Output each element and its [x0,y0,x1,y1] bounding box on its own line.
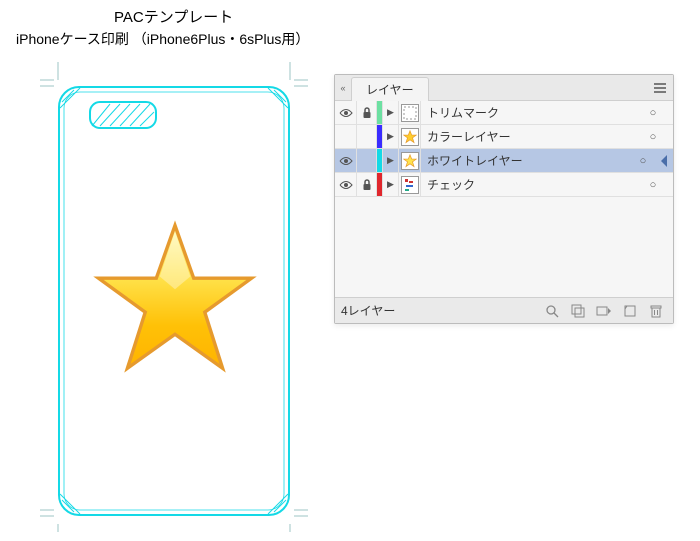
menu-icon [652,82,668,94]
locate-object-button[interactable] [541,302,563,320]
eye-icon [339,108,353,118]
disclosure-toggle[interactable]: ▶ [383,149,399,172]
panel-collapse-button[interactable]: « [335,75,351,100]
layer-name[interactable]: ホワイトレイヤー [421,152,629,169]
layers-panel: « レイヤー ▶ トリムマーク ○ [334,74,674,324]
layer-thumbnail [399,125,421,148]
make-clipping-mask-button[interactable] [567,302,589,320]
layer-thumbnail [399,149,421,172]
disclosure-toggle[interactable]: ▶ [383,173,399,196]
panel-tabbar: « レイヤー [335,75,673,101]
layer-count: 4レイヤー [341,302,537,319]
layer-name[interactable]: トリムマーク [421,104,639,121]
lock-toggle[interactable] [357,149,377,172]
new-sublayer-button[interactable] [593,302,615,320]
eye-icon [339,156,353,166]
page-title: PACテンプレート [114,6,696,27]
new-layer-icon [623,304,637,318]
target-indicator[interactable]: ○ [639,179,667,191]
layer-name[interactable]: カラーレイヤー [421,128,639,145]
visibility-toggle[interactable] [335,101,357,124]
lock-toggle[interactable] [357,101,377,124]
lock-icon [362,179,372,191]
star-artwork[interactable] [90,217,260,387]
target-indicator[interactable]: ○ [629,155,657,167]
panel-footer: 4レイヤー [335,297,673,323]
visibility-toggle[interactable] [335,149,357,172]
layer-row[interactable]: ▶ トリムマーク ○ [335,101,673,125]
eye-icon [339,180,353,190]
layer-list: ▶ トリムマーク ○ ▶ カラーレイヤー ○ ▶ ホワイトレイヤー ○ [335,101,673,297]
selection-indicator [661,155,667,167]
disclosure-toggle[interactable]: ▶ [383,125,399,148]
target-indicator[interactable]: ○ [639,131,667,143]
tab-layers[interactable]: レイヤー [351,77,429,101]
layer-thumbnail [399,173,421,196]
layer-thumbnail [399,101,421,124]
panel-menu-button[interactable] [651,81,669,95]
page-subtitle: iPhoneケース印刷 （iPhone6Plus・6sPlus用） [16,29,696,49]
lock-toggle[interactable] [357,173,377,196]
trash-icon [649,304,663,318]
clipping-mask-icon [571,304,585,318]
delete-layer-button[interactable] [645,302,667,320]
layer-name[interactable]: チェック [421,176,639,193]
new-sublayer-icon [596,304,612,318]
lock-toggle[interactable] [357,125,377,148]
layer-row[interactable]: ▶ チェック ○ [335,173,673,197]
artboard [40,62,308,532]
visibility-toggle[interactable] [335,125,357,148]
target-indicator[interactable]: ○ [639,107,667,119]
visibility-toggle[interactable] [335,173,357,196]
layer-row[interactable]: ▶ ホワイトレイヤー ○ [335,149,673,173]
lock-icon [362,107,372,119]
search-icon [545,304,559,318]
disclosure-toggle[interactable]: ▶ [383,101,399,124]
layer-row[interactable]: ▶ カラーレイヤー ○ [335,125,673,149]
new-layer-button[interactable] [619,302,641,320]
